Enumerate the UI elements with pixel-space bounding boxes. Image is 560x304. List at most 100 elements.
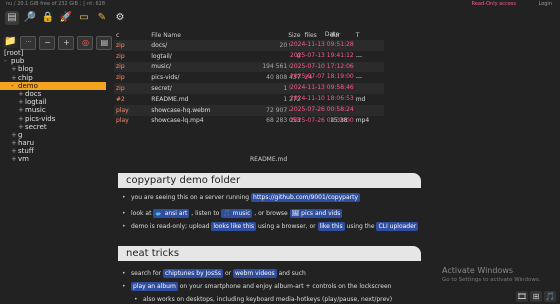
file-name-link[interactable]: pics-vids/ [137,72,237,83]
upload-demo-link[interactable]: looks like this [211,222,257,231]
tree-item[interactable]: +stuff [0,147,106,155]
row-action-link[interactable]: #2 [114,94,137,105]
expand-toggle-icon[interactable]: + [11,155,18,163]
col-name[interactable]: File Name [137,31,237,40]
tree-item[interactable]: +pics-vids [0,115,106,123]
rocket-icon[interactable]: 🚀 [59,11,73,25]
expand-toggle-icon[interactable]: + [18,98,25,106]
tree-item-label[interactable]: docs [25,90,41,98]
expand-toggle-icon[interactable]: + [11,139,18,147]
tree-item-label[interactable]: g [18,131,22,139]
folder-icon[interactable]: 📁 [3,36,18,48]
file-name-link[interactable]: README.md [137,94,237,105]
row-action-link[interactable]: zip [114,72,137,83]
tree-item-label[interactable]: pics-vids [25,115,55,123]
col-c[interactable]: c [114,31,137,40]
tree-item[interactable]: +vm [0,155,106,163]
row-action-link[interactable]: zip [114,83,138,94]
collapse-toggle-icon[interactable]: - [11,82,18,90]
cli-uploader-link[interactable]: CLI uploader [376,222,419,231]
file-name-link[interactable]: secret/ [137,83,238,94]
tree-item[interactable]: +blog [0,65,106,73]
github-link[interactable]: https://github.com/9001/copyparty [251,193,360,202]
tree-item[interactable]: +haru [0,139,106,147]
edit-icon[interactable]: ✎ [95,11,109,25]
tree-item[interactable]: - demo [0,81,106,90]
tree-item-label[interactable]: blog [18,65,33,73]
tree-item-label[interactable]: demo [18,82,38,90]
ansi-art-link[interactable]: 🐟 ansi art [153,209,190,218]
gear-icon[interactable]: ⚙ [113,11,127,25]
music-player-icon[interactable]: 🎵 [544,291,556,302]
tree-item[interactable]: +secret [0,123,106,131]
image-icon[interactable]: ▭ [77,11,91,25]
video-icon[interactable]: 🎞 [516,291,528,302]
pics-vids-link[interactable]: 🖼 pics and vids [289,209,343,218]
tree-item[interactable]: +chip [0,74,106,82]
row-action-link[interactable]: zip [114,51,137,62]
tree-item-label[interactable]: [root] [4,49,24,57]
file-name-link[interactable]: showcase-lq.mp4 [137,116,237,127]
grid-view-icon[interactable]: ⊞ [530,291,542,302]
expand-toggle-icon[interactable]: + [18,106,25,114]
file-name-link[interactable]: showcase-hq.webm [137,104,238,116]
expand-toggle-icon[interactable]: + [11,65,18,73]
row-action-link[interactable]: play [114,116,137,127]
file-date: 2024-11-10 18:06:53 [290,94,354,102]
file-date: 2024-11-13 09:58:46 [290,83,374,94]
lock-icon[interactable]: 🔒 [41,11,55,25]
list-icon[interactable]: ▤ [5,11,19,25]
bottom-right-controls: 🎞 ⊞ 🎵 [516,291,556,302]
file-date: 2025-07-26 00:58:24 [290,104,374,116]
tree-item[interactable]: +music [0,106,106,114]
collapse-toggle-icon[interactable]: - [4,57,11,65]
expand-toggle-icon[interactable]: + [18,90,25,98]
tree-item[interactable]: - pub [0,57,106,65]
row-action-link[interactable]: zip [114,61,138,73]
folder-tree: [root] - pub +blog +chip - demo +docs +logtail +m… [0,49,106,164]
row-action-link[interactable]: zip [114,40,138,51]
tree-controls: 📁 ··· − + ◎ ▤ [3,36,113,50]
tree-item-label[interactable]: vm [18,155,29,163]
collapse-button[interactable]: − [39,36,56,50]
tree-item-label[interactable]: pub [11,57,24,65]
expand-toggle-icon[interactable]: + [11,147,18,155]
tree-item-label[interactable]: stuff [18,147,34,155]
tree-dots-button[interactable]: ··· [20,36,37,50]
tree-item-label[interactable]: chip [18,74,33,82]
tree-item-label[interactable]: haru [18,139,34,147]
login-link[interactable]: Login [539,1,553,7]
play-album-link[interactable]: play an album [131,282,178,291]
expand-toggle-icon[interactable]: + [18,123,25,131]
file-name-link[interactable]: music/ [137,61,238,73]
file-icon[interactable]: ▤ [96,36,113,50]
readme-heading-1: copyparty demo folder [118,173,421,188]
tree-item-label[interactable]: music [25,106,46,114]
toolbar: ▤ 🔎 🔒 🚀 ▭ ✎ ⚙ [5,11,127,25]
expand-toggle-icon[interactable]: + [18,115,25,123]
file-date: 2024-11-13 09:51:28 [290,40,374,51]
readme-tip-2-sub: • also works on desktops, including keybo… [134,296,393,303]
tree-item-label[interactable]: secret [25,123,47,131]
file-name-link[interactable]: logtail/ [137,51,237,62]
chiptunes-link[interactable]: chiptunes by JosSs [163,269,224,278]
tree-item[interactable]: +logtail [0,98,106,106]
music-link[interactable]: 🎵 music [221,209,253,218]
file-name-link[interactable]: docs/ [137,40,238,51]
tree-item-label[interactable]: logtail [25,98,47,106]
tree-item[interactable]: +g [0,131,106,139]
status-bar: nu / 20.1 GiB free of 232 GiB ; ▯ nt: 62… [6,1,106,7]
search-icon[interactable]: 🔎 [23,11,37,25]
col-date[interactable]: Date [290,31,374,40]
row-action-link[interactable]: play [114,104,138,116]
webm-videos-link[interactable]: webm videos [232,269,277,278]
expand-toggle-icon[interactable]: + [11,131,18,139]
readonly-badge[interactable]: Read-Only access [472,1,516,7]
tree-item[interactable]: +docs [0,90,106,98]
tree-item[interactable]: [root] [0,49,106,57]
expand-button[interactable]: + [58,36,75,50]
like-this-link[interactable]: like this [317,222,345,231]
expand-toggle-icon[interactable]: + [11,74,18,82]
file-date: 2025-07-10 17:12:06 [290,61,374,73]
target-icon[interactable]: ◎ [77,36,94,50]
